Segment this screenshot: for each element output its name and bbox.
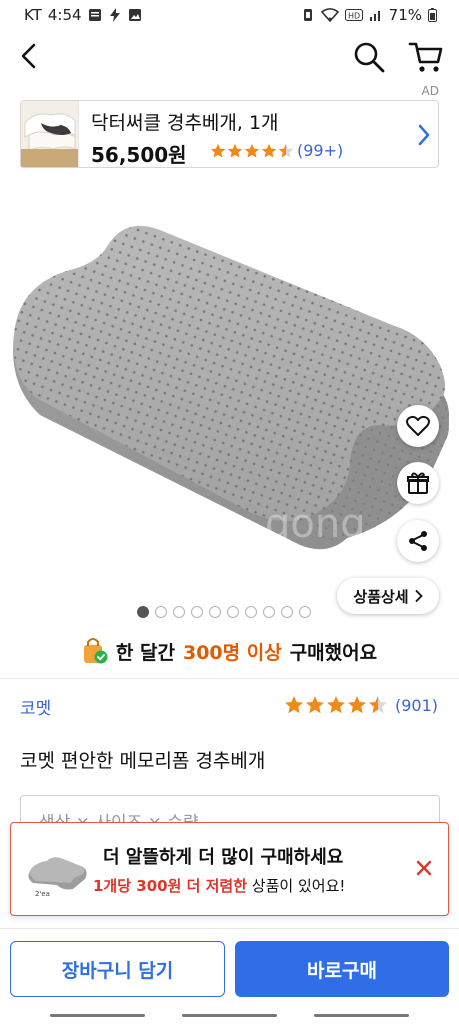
pagination-dot xyxy=(281,606,293,618)
promo-suffix: 상품이 있어요! xyxy=(251,877,346,895)
gesture-bar-center xyxy=(182,1014,277,1017)
gift-icon xyxy=(407,472,429,494)
battery-saver-icon xyxy=(303,9,312,21)
hd-icon: HD xyxy=(344,9,363,21)
star-icon xyxy=(306,696,324,714)
system-nav-bar xyxy=(0,1008,459,1024)
battery-percent: 71% xyxy=(388,6,422,24)
purchase-info-highlight: 300명 이상 xyxy=(182,641,282,664)
chevron-right-icon xyxy=(415,590,423,602)
purchase-count-banner: 한 달간 300명 이상 구매했어요 xyxy=(0,635,459,667)
pagination-dot xyxy=(245,606,257,618)
divider xyxy=(0,678,459,679)
star-icon xyxy=(278,143,294,158)
back-icon[interactable] xyxy=(14,40,46,72)
share-icon xyxy=(409,531,427,551)
ad-review-count: (99+) xyxy=(297,141,344,160)
status-bar: KT 4:54 HD 71% xyxy=(0,0,459,30)
star-icon xyxy=(327,696,345,714)
ad-pillow-image xyxy=(21,101,78,167)
status-left: KT 4:54 xyxy=(24,6,142,24)
pagination-dot xyxy=(209,606,221,618)
image-icon xyxy=(128,9,141,21)
gift-button[interactable] xyxy=(397,462,439,504)
pagination-dot xyxy=(263,606,275,618)
brand-link[interactable]: 코멧 xyxy=(20,694,51,719)
product-rating-stars[interactable] xyxy=(284,695,388,715)
promo-highlight: 1개당 300원 더 저렴한 xyxy=(93,877,248,895)
promo-subtitle: 1개당 300원 더 저렴한 상품이 있어요! xyxy=(93,875,345,896)
buy-now-button[interactable]: 바로구매 xyxy=(235,941,449,997)
bottom-action-bar: 장바구니 담기 바로구매 xyxy=(0,928,459,1008)
shopping-bag-icon xyxy=(83,638,108,664)
gesture-bar-left xyxy=(50,1014,145,1017)
star-icon xyxy=(348,696,366,714)
promo-title: 더 알뜰하게 더 많이 구매하세요 xyxy=(103,847,344,868)
star-icon xyxy=(369,696,387,714)
search-icon[interactable] xyxy=(352,40,386,74)
product-title: 코멧 편안한 메모리폼 경추베개 xyxy=(20,750,266,772)
add-to-cart-button[interactable]: 장바구니 담기 xyxy=(10,941,225,997)
star-icon xyxy=(210,143,226,158)
purchase-info-suffix: 구매했어요 xyxy=(289,641,378,664)
share-button[interactable] xyxy=(397,520,439,562)
ad-title: 닥터써클 경추베개, 1개 xyxy=(91,112,279,134)
pagination-dot xyxy=(299,606,311,618)
star-icon xyxy=(285,696,303,714)
purchase-info-prefix: 한 달간 xyxy=(115,641,175,664)
promo-pillow-image: 2'ea xyxy=(28,857,87,898)
carrier: KT xyxy=(24,6,42,24)
pagination-dot xyxy=(155,606,167,618)
close-icon[interactable] xyxy=(414,858,434,878)
star-icon xyxy=(244,143,260,158)
clock: 4:54 xyxy=(47,6,82,24)
chevron-right-icon xyxy=(418,124,430,146)
image-pagination xyxy=(137,606,311,618)
ad-label: AD xyxy=(421,84,439,98)
pagination-dot xyxy=(191,606,203,618)
svg-text:HD: HD xyxy=(348,12,360,21)
product-detail-label: 상품상세 xyxy=(353,587,409,606)
product-image[interactable]: gong xyxy=(0,175,459,605)
cart-icon[interactable] xyxy=(408,40,444,74)
watermark: gong xyxy=(265,501,366,547)
bolt-icon xyxy=(109,8,120,22)
pagination-dot xyxy=(227,606,239,618)
product-detail-button[interactable]: 상품상세 xyxy=(337,578,439,614)
notification-icon xyxy=(88,9,101,21)
ad-card[interactable]: 닥터써클 경추베개, 1개 56,500원 (99+) xyxy=(20,100,439,168)
ad-price: 56,500원 xyxy=(91,143,187,167)
promo-thumbnail: 2'ea xyxy=(23,837,91,903)
promo-thumb-caption: 2'ea xyxy=(35,890,50,898)
top-nav xyxy=(0,30,459,84)
status-right: HD 71% xyxy=(301,6,437,24)
wishlist-button[interactable] xyxy=(397,405,439,447)
star-icon xyxy=(261,143,277,158)
heart-icon xyxy=(406,415,430,436)
product-review-count[interactable]: (901) xyxy=(395,696,438,715)
pillow-image: gong xyxy=(13,225,449,550)
wifi-icon xyxy=(320,8,339,22)
star-icon xyxy=(227,143,243,158)
ad-thumbnail xyxy=(21,101,79,167)
bulk-deal-banner[interactable]: 2'ea 더 알뜰하게 더 많이 구매하세요 1개당 300원 더 저렴한 상품… xyxy=(10,822,449,916)
pagination-dot xyxy=(173,606,185,618)
ad-rating-stars xyxy=(210,143,294,159)
battery-icon xyxy=(428,8,437,22)
signal-icon xyxy=(369,11,380,21)
gesture-bar-right xyxy=(314,1014,409,1017)
pagination-dot xyxy=(137,606,149,618)
